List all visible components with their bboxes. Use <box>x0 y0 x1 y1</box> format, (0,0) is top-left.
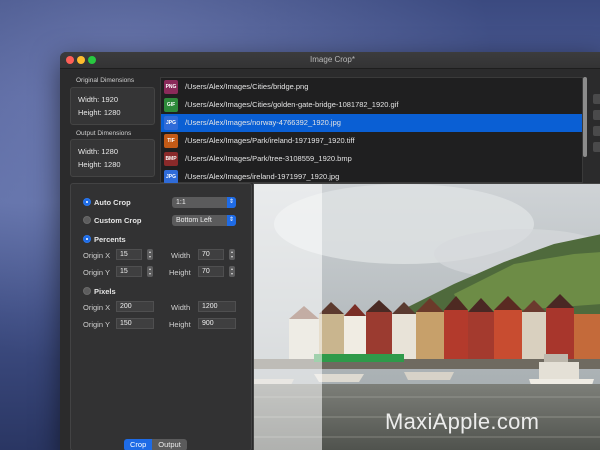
percent-origin-y-field[interactable]: 15 <box>116 266 142 277</box>
percent-origin-y-label: Origin Y <box>83 268 110 277</box>
tif-file-icon: TIF <box>164 134 178 148</box>
pixel-origin-x-label: Origin X <box>83 303 111 312</box>
file-row-selected[interactable]: JPG /Users/Alex/Images/norway-4766392_19… <box>161 114 582 132</box>
toolbar-button[interactable] <box>593 126 600 136</box>
percent-height-label: Height <box>169 268 191 277</box>
anchor-select[interactable]: Bottom Left ⇕ <box>172 215 236 226</box>
output-dimensions-box: Width: 1280 Height: 1280 <box>70 139 155 177</box>
original-dimensions-box: Width: 1920 Height: 1280 <box>70 87 155 125</box>
percents-radio[interactable] <box>83 235 91 243</box>
output-height: Height: 1280 <box>78 160 121 169</box>
file-list[interactable]: PNG /Users/Alex/Images/Cities/bridge.png… <box>160 77 583 184</box>
file-path: /Users/Alex/Images/Park/ireland-1971997_… <box>185 136 355 145</box>
output-dimensions-label: Output Dimensions <box>76 130 132 137</box>
percent-height-stepper[interactable]: ▴ ▾ <box>229 266 235 277</box>
toolbar-button[interactable] <box>593 110 600 120</box>
pixel-origin-y-field[interactable]: 150 <box>116 318 154 329</box>
percent-origin-x-label: Origin X <box>83 251 111 260</box>
percent-origin-y-stepper[interactable]: ▴ ▾ <box>147 266 153 277</box>
original-width: Width: 1920 <box>78 95 119 104</box>
pixel-origin-x-field[interactable]: 200 <box>116 301 154 312</box>
jpg-file-icon: JPG <box>164 170 178 184</box>
percents-label: Percents <box>94 235 126 244</box>
ratio-select[interactable]: 1:1 ⇕ <box>172 197 236 208</box>
file-row[interactable]: PNG /Users/Alex/Images/Cities/bridge.png <box>161 78 582 96</box>
file-path: /Users/Alex/Images/norway-4766392_1920.j… <box>185 118 341 127</box>
tab-crop[interactable]: Crop <box>124 439 153 450</box>
custom-crop-label: Custom Crop <box>94 216 142 225</box>
crop-settings-pane: Auto Crop 1:1 ⇕ Custom Crop Bottom Left … <box>70 183 252 450</box>
watermark-text: MaxiApple.com <box>385 409 540 434</box>
file-path: /Users/Alex/Images/Park/tree-3108559_192… <box>185 154 352 163</box>
toolbar-button[interactable] <box>593 142 600 152</box>
auto-crop-label: Auto Crop <box>94 198 131 207</box>
file-row[interactable]: GIF /Users/Alex/Images/Cities/golden-gat… <box>161 96 582 114</box>
app-window: Image Crop* Original Dimensions Width: 1… <box>60 52 600 450</box>
file-row[interactable]: TIF /Users/Alex/Images/Park/ireland-1971… <box>161 132 582 150</box>
file-list-scrollbar[interactable] <box>583 77 587 157</box>
bmp-file-icon: BMP <box>164 152 178 166</box>
updown-chevron-icon: ⇕ <box>227 215 236 226</box>
percent-width-field[interactable]: 70 <box>198 249 224 260</box>
pixel-width-field[interactable]: 1200 <box>198 301 236 312</box>
pixels-radio[interactable] <box>83 287 91 295</box>
custom-crop-radio[interactable] <box>83 216 91 224</box>
percent-origin-x-stepper[interactable]: ▴ ▾ <box>147 249 153 260</box>
file-row[interactable]: BMP /Users/Alex/Images/Park/tree-3108559… <box>161 150 582 168</box>
pixels-label: Pixels <box>94 287 116 296</box>
toolbar-button[interactable] <box>593 94 600 104</box>
bottom-tab-bar: Crop Output <box>124 439 187 450</box>
file-path: /Users/Alex/Images/ireland-1971997_1920.… <box>185 172 340 181</box>
original-dimensions-label: Original Dimensions <box>76 77 135 84</box>
title-bar[interactable]: Image Crop* <box>60 52 600 69</box>
file-path: /Users/Alex/Images/Cities/golden-gate-br… <box>185 100 399 109</box>
jpg-file-icon: JPG <box>164 116 178 130</box>
original-height: Height: 1280 <box>78 108 121 117</box>
percent-width-label: Width <box>171 251 191 260</box>
gif-file-icon: GIF <box>164 98 178 112</box>
pixel-origin-y-label: Origin Y <box>83 320 110 329</box>
window-title: Image Crop* <box>310 55 355 64</box>
percent-height-field[interactable]: 70 <box>198 266 224 277</box>
file-path: /Users/Alex/Images/Cities/bridge.png <box>185 82 309 91</box>
percent-origin-x-field[interactable]: 15 <box>116 249 142 260</box>
output-width: Width: 1280 <box>78 147 119 156</box>
pixel-height-field[interactable]: 900 <box>198 318 236 329</box>
png-file-icon: PNG <box>164 80 178 94</box>
auto-crop-radio[interactable] <box>83 198 91 206</box>
percent-width-stepper[interactable]: ▴ ▾ <box>229 249 235 260</box>
updown-chevron-icon: ⇕ <box>227 197 236 208</box>
pixel-width-label: Width <box>171 303 191 312</box>
tab-output[interactable]: Output <box>152 439 187 450</box>
ratio-select-value: 1:1 <box>176 199 186 206</box>
pixel-height-label: Height <box>169 320 191 329</box>
anchor-select-value: Bottom Left <box>176 217 212 224</box>
